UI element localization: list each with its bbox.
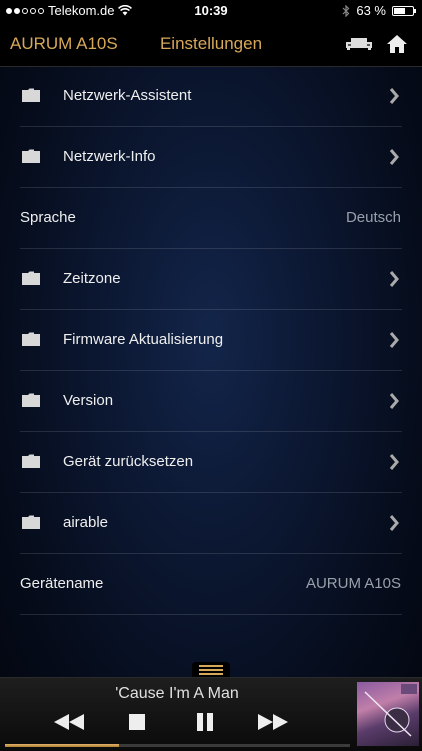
album-art-image [364,684,417,737]
settings-row-label: airable [63,514,109,531]
folder-icon [22,515,40,529]
playback-controls [52,711,290,733]
settings-row-label: Version [63,392,114,409]
settings-row-label: Sprache [20,209,76,226]
album-cover[interactable] [357,682,419,746]
settings-row-factory-reset[interactable]: Gerät zurücksetzen [0,432,422,493]
chevron-right-icon [389,332,399,348]
folder-icon [22,332,40,346]
settings-row-label: Gerätename [20,575,104,592]
rewind-icon [54,714,84,730]
chevron-right-icon [389,454,399,470]
folder-icon [22,88,40,102]
settings-row-version[interactable]: Version [0,371,422,432]
next-button[interactable] [256,711,290,733]
chevron-right-icon [389,271,399,287]
home-button[interactable] [382,30,412,58]
chevron-right-icon [389,88,399,104]
settings-row-network-info[interactable]: Netzwerk-Info [0,127,422,188]
status-bar: Telekom.de 10:39 63 % [0,0,422,22]
settings-row-label: Netzwerk-Info [63,148,156,165]
home-icon [387,35,407,53]
settings-row-network-assistant[interactable]: Netzwerk-Assistent [0,66,422,127]
chevron-right-icon [389,515,399,531]
track-title: 'Cause I'm A Man [115,685,239,702]
battery-percent: 63 % [356,3,386,18]
status-right: 63 % [342,3,416,18]
app-header: AURUM A10S Einstellungen [0,22,422,67]
stop-icon [129,714,145,730]
settings-row-label: Zeitzone [63,270,121,287]
chevron-right-icon [389,393,399,409]
settings-row-device-name[interactable]: Gerätename AURUM A10S [0,554,422,615]
device-select-button[interactable] [344,30,374,58]
pause-button[interactable] [188,711,222,733]
mini-player: 'Cause I'm A Man [0,677,422,751]
language-value: Deutsch [345,209,401,226]
playback-progress-bar[interactable] [5,744,350,747]
chevron-right-icon [389,149,399,165]
pause-icon [197,713,213,731]
fast-forward-icon [258,714,288,730]
settings-row-language[interactable]: Sprache Deutsch [0,188,422,249]
settings-row-timezone[interactable]: Zeitzone [0,249,422,310]
folder-icon [22,454,40,468]
folder-icon [22,393,40,407]
folder-icon [22,149,40,163]
device-name-value: AURUM A10S [305,575,401,592]
settings-row-label: Netzwerk-Assistent [63,87,192,104]
settings-row-airable[interactable]: airable [0,493,422,554]
bluetooth-icon [342,4,350,17]
previous-button[interactable] [52,711,86,733]
stop-button[interactable] [120,711,154,733]
settings-row-label: Firmware Aktualisierung [63,331,224,348]
player-drawer-handle[interactable] [192,662,230,678]
settings-row-label: Gerät zurücksetzen [63,453,194,470]
battery-icon [392,5,416,16]
settings-row-firmware-update[interactable]: Firmware Aktualisierung [0,310,422,371]
playback-progress-fill [5,744,119,747]
settings-list: Netzwerk-Assistent Netzwerk-Info Sprache… [0,66,422,615]
folder-icon [22,271,40,285]
amplifier-icon [346,38,372,50]
